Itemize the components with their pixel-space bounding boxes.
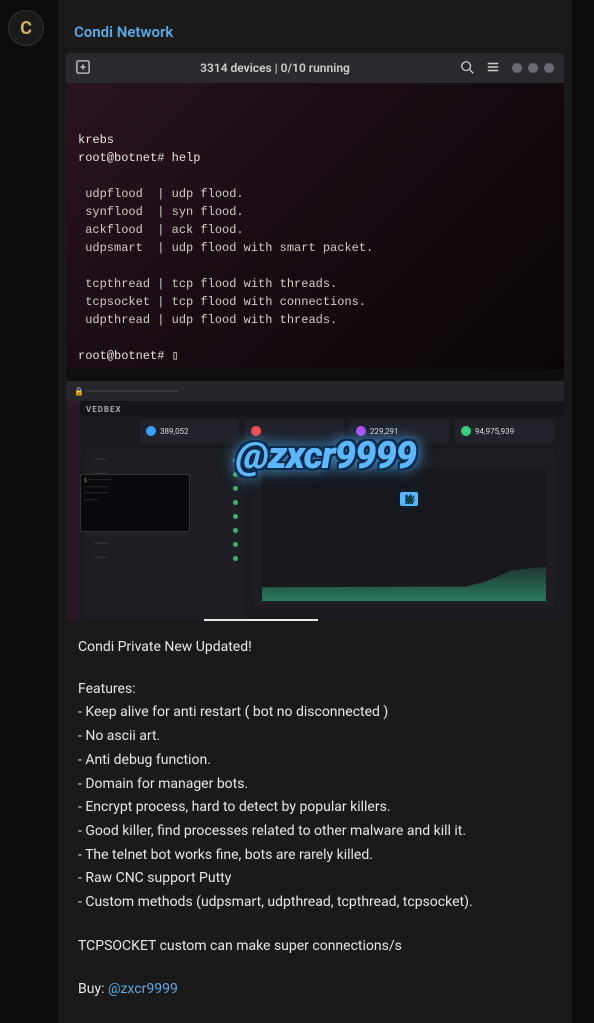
post-note: TCPSOCKET custom can make super connecti… [78, 936, 552, 958]
channel-name-link[interactable]: Condi Network [74, 23, 173, 41]
stat-card: 94,975,939 [455, 419, 554, 443]
term-line: tcpsocket | tcp flood with connections. [85, 295, 366, 309]
feature-item: - Custom methods (udpsmart, udpthread, t… [78, 892, 552, 914]
dash-mini-terminal: $ ······································… [80, 474, 190, 532]
tv-badge-icon: tv [400, 492, 418, 506]
feature-item: - Keep alive for anti restart ( bot no d… [78, 702, 552, 724]
dash-sidebar [66, 401, 80, 621]
menu-icon[interactable] [486, 60, 500, 77]
avatar-letter: C [20, 18, 32, 39]
device-status: 3314 devices | 0/10 running [102, 61, 448, 75]
feature-item: - No ascii art. [78, 726, 552, 748]
term-prompt: root@botnet# [78, 349, 172, 363]
dash-brand-bar: VEDBEX [66, 401, 564, 417]
strip-blank [322, 619, 436, 621]
stat-dot-icon [146, 426, 156, 436]
term-line: synflood | syn flood. [85, 205, 243, 219]
stat-dot-icon [461, 426, 471, 436]
promo-strip: API LAYER 4 & LAYER 7 SILENTSTRESS.WTF [86, 619, 554, 621]
term-line: udpflood | udp flood. [85, 187, 243, 201]
buy-line: Buy: @zxcr9999 [78, 979, 552, 1001]
post-body: Condi Private New Updated! Features: - K… [58, 621, 572, 1023]
features-heading: Features: [78, 679, 552, 701]
term-user: krebs [78, 133, 114, 147]
message-header: Condi Network [58, 0, 572, 53]
browser-bar: 🔒 ······································… [66, 381, 564, 401]
term-line: tcpthread | tcp flood with threads. [85, 277, 337, 291]
term-line: ackflood | ack flood. [85, 223, 243, 237]
embedded-screenshot: 3314 devices | 0/10 running krebs root@b… [66, 53, 564, 621]
strip-api: API [86, 619, 200, 621]
feature-item: - The telnet bot works fine, bots are ra… [78, 845, 552, 867]
term-prompt: root@botnet# help [78, 151, 200, 165]
post-title: Condi Private New Updated! [78, 637, 552, 659]
term-line: udpthread | udp flood with threads. [85, 313, 337, 327]
message-card: Condi Network 3314 devices | 0/10 runnin… [58, 0, 572, 1023]
terminal-output: krebs root@botnet# help udpflood | udp f… [66, 83, 564, 369]
feature-item: - Anti debug function. [78, 750, 552, 772]
chart-area-fill [262, 567, 546, 601]
feature-item: - Encrypt process, hard to detect by pop… [78, 797, 552, 819]
buy-label: Buy: [78, 981, 108, 997]
strip-site: SILENTSTRESS.WTF [440, 619, 554, 621]
feature-item: - Domain for manager bots. [78, 774, 552, 796]
feature-item: - Good killer, find processes related to… [78, 821, 552, 843]
search-icon[interactable] [460, 60, 474, 77]
feature-item: - Raw CNC support Putty [78, 868, 552, 890]
strip-layers: LAYER 4 & LAYER 7 [204, 619, 318, 621]
plus-icon[interactable] [76, 60, 90, 77]
app-toolbar: 3314 devices | 0/10 running [66, 53, 564, 83]
stat-value: 94,975,939 [475, 427, 514, 436]
overflow-dots[interactable] [512, 63, 554, 73]
channel-avatar[interactable]: C [8, 10, 44, 46]
brand-label: VEDBEX [86, 405, 122, 414]
watermark-handle: @zxcr9999 tv [236, 434, 416, 478]
dashboard-screenshot: 🔒 ······································… [66, 369, 564, 621]
stat-card: 389,052 [140, 419, 239, 443]
stat-value: 389,052 [160, 427, 189, 436]
term-line: udpsmart | udp flood with smart packet. [85, 241, 373, 255]
buy-handle-link[interactable]: @zxcr9999 [108, 981, 178, 997]
